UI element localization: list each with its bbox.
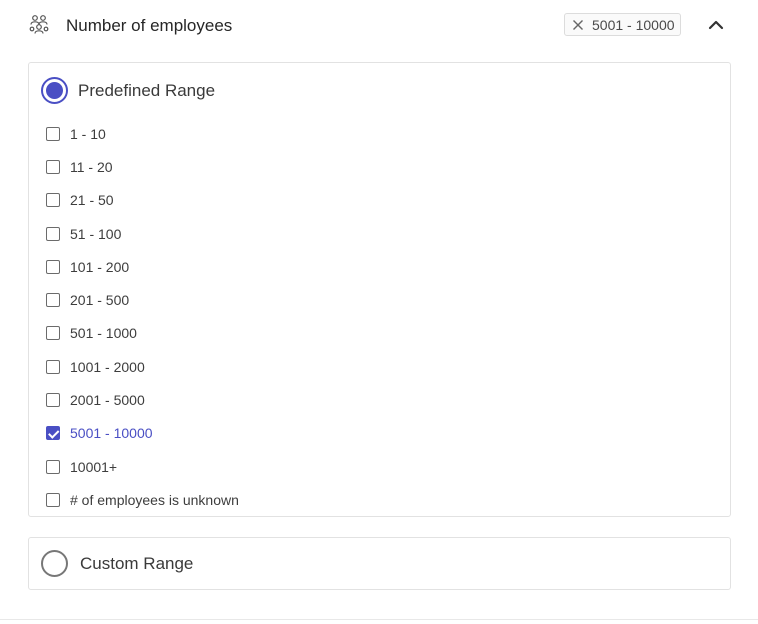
range-option[interactable]: 21 - 50 — [46, 184, 239, 217]
range-option-label: 51 - 100 — [70, 225, 122, 242]
range-option-label: 5001 - 10000 — [70, 425, 153, 442]
range-option[interactable]: 1001 - 2000 — [46, 350, 239, 383]
range-option[interactable]: 11 - 20 — [46, 150, 239, 183]
checkbox-checked-icon[interactable] — [46, 426, 60, 441]
custom-range-label[interactable]: Custom Range — [80, 553, 193, 575]
people-group-icon — [29, 15, 49, 34]
range-option[interactable]: 501 - 1000 — [46, 317, 239, 350]
checkbox-icon[interactable] — [46, 193, 60, 208]
range-option-label: 1001 - 2000 — [70, 358, 145, 375]
predefined-range-label[interactable]: Predefined Range — [78, 80, 215, 102]
checkbox-icon[interactable] — [46, 359, 60, 374]
checkbox-icon[interactable] — [46, 393, 60, 408]
range-option-label: # of employees is unknown — [70, 491, 239, 508]
chevron-up-icon[interactable] — [706, 16, 726, 34]
range-options-list: 1 - 10 11 - 20 21 - 50 51 - 100 101 - 200 201… — [46, 117, 239, 517]
range-option-label: 501 - 1000 — [70, 325, 137, 342]
range-option-label: 201 - 500 — [70, 292, 130, 309]
filter-header[interactable]: Number of employees 5001 - 10000 — [0, 0, 758, 52]
checkbox-icon[interactable] — [46, 492, 60, 507]
range-option[interactable]: 101 - 200 — [46, 250, 239, 283]
checkbox-icon[interactable] — [46, 293, 60, 308]
divider — [0, 619, 758, 620]
checkbox-icon[interactable] — [46, 259, 60, 274]
predefined-range-radio[interactable] — [41, 77, 68, 104]
checkbox-icon[interactable] — [46, 226, 60, 241]
employee-count-filter: Number of employees 5001 - 10000 Predefi… — [0, 0, 758, 624]
checkbox-icon[interactable] — [46, 126, 60, 141]
checkbox-icon[interactable] — [46, 459, 60, 474]
custom-range-panel[interactable]: Custom Range — [28, 537, 731, 590]
range-option-label: 101 - 200 — [70, 258, 130, 275]
custom-range-radio[interactable] — [41, 550, 68, 577]
range-option[interactable]: 2001 - 5000 — [46, 383, 239, 416]
range-option[interactable]: 201 - 500 — [46, 283, 239, 316]
range-option[interactable]: 51 - 100 — [46, 217, 239, 250]
range-option-label: 11 - 20 — [70, 158, 113, 175]
range-option-label: 1 - 10 — [70, 125, 106, 142]
range-option-label: 2001 - 5000 — [70, 392, 145, 409]
range-option[interactable]: 10001+ — [46, 450, 239, 483]
filter-title: Number of employees — [66, 16, 233, 35]
range-option[interactable]: 1 - 10 — [46, 117, 239, 150]
range-option[interactable]: # of employees is unknown — [46, 483, 239, 516]
range-option-label: 10001+ — [70, 458, 118, 475]
checkbox-icon[interactable] — [46, 326, 60, 341]
range-option-label: 21 - 50 — [70, 192, 114, 209]
chip-label: 5001 - 10000 — [592, 16, 675, 33]
selected-filter-chip: 5001 - 10000 — [564, 13, 681, 36]
range-option[interactable]: 5001 - 10000 — [46, 417, 239, 450]
predefined-range-panel: Predefined Range 1 - 10 11 - 20 21 - 50 51 … — [28, 62, 731, 517]
remove-chip-icon[interactable] — [572, 19, 584, 31]
checkbox-icon[interactable] — [46, 159, 60, 174]
